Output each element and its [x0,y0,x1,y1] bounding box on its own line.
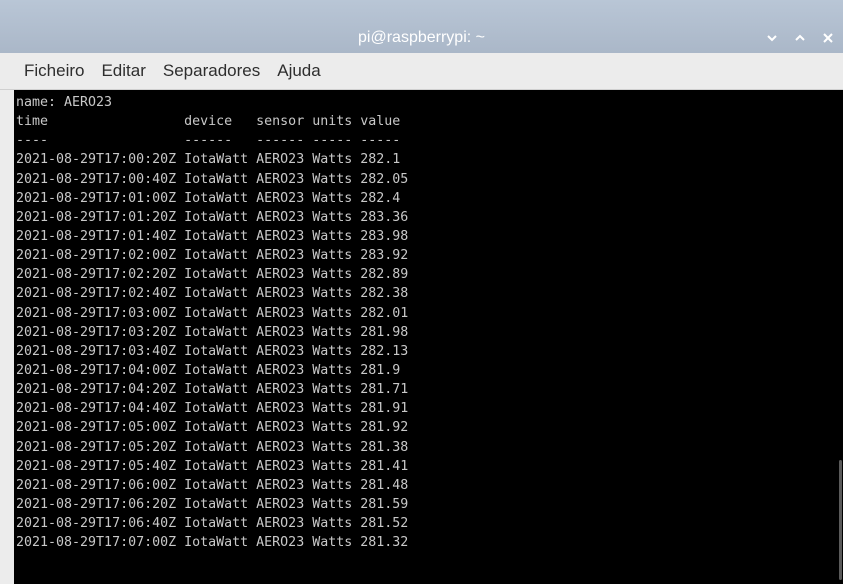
terminal-line: 2021-08-29T17:02:20Z IotaWatt AERO23 Wat… [16,267,409,283]
terminal-line: ---- ------ ------ ----- ----- [16,133,401,149]
terminal-line: 2021-08-29T17:01:40Z IotaWatt AERO23 Wat… [16,228,409,244]
terminal-line: 2021-08-29T17:03:20Z IotaWatt AERO23 Wat… [16,324,409,340]
terminal-line: 2021-08-29T17:04:20Z IotaWatt AERO23 Wat… [16,382,409,398]
terminal-line: 2021-08-29T17:06:20Z IotaWatt AERO23 Wat… [16,496,409,512]
menu-ficheiro[interactable]: Ficheiro [14,57,91,85]
terminal-line: 2021-08-29T17:05:20Z IotaWatt AERO23 Wat… [16,439,409,455]
terminal-window: pi@raspberrypi: ~ Ficheiro Editar Separa… [0,0,843,584]
menu-ajuda[interactable]: Ajuda [267,57,327,85]
terminal-line: 2021-08-29T17:07:00Z IotaWatt AERO23 Wat… [16,535,409,551]
window-left-border [0,90,14,584]
maximize-button[interactable] [789,27,811,49]
menu-editar[interactable]: Editar [91,57,152,85]
terminal-line: 2021-08-29T17:04:00Z IotaWatt AERO23 Wat… [16,362,401,378]
chevron-down-icon [767,35,777,42]
terminal-line: 2021-08-29T17:05:00Z IotaWatt AERO23 Wat… [16,420,409,436]
terminal-line: 2021-08-29T17:06:00Z IotaWatt AERO23 Wat… [16,477,409,493]
terminal-output[interactable]: name: AERO23 time device sensor units va… [14,90,837,584]
terminal-line: 2021-08-29T17:01:20Z IotaWatt AERO23 Wat… [16,209,409,225]
menu-bar: Ficheiro Editar Separadores Ajuda [0,53,843,90]
terminal-scrollbar[interactable] [837,90,843,584]
terminal-line: 2021-08-29T17:03:00Z IotaWatt AERO23 Wat… [16,305,409,321]
terminal-line: 2021-08-29T17:02:40Z IotaWatt AERO23 Wat… [16,286,409,302]
terminal-lines: name: AERO23 time device sensor units va… [16,93,408,572]
menu-separadores[interactable]: Separadores [153,57,267,85]
terminal-line: 2021-08-29T17:02:00Z IotaWatt AERO23 Wat… [16,248,409,264]
window-controls [761,27,843,49]
terminal-line: name: AERO23 [16,95,113,110]
title-bar[interactable]: pi@raspberrypi: ~ [0,0,843,53]
close-button[interactable] [817,27,839,49]
window-title: pi@raspberrypi: ~ [358,29,485,46]
terminal-line: 2021-08-29T17:06:40Z IotaWatt AERO23 Wat… [16,516,409,532]
terminal-line: 2021-08-29T17:03:40Z IotaWatt AERO23 Wat… [16,343,409,359]
close-icon [823,33,833,43]
terminal-line: 2021-08-29T17:04:40Z IotaWatt AERO23 Wat… [16,401,409,417]
terminal-line: 2021-08-29T17:00:40Z IotaWatt AERO23 Wat… [16,171,409,187]
terminal-line: time device sensor units value [16,114,401,130]
terminal-line: 2021-08-29T17:01:00Z IotaWatt AERO23 Wat… [16,190,401,206]
minimize-button[interactable] [761,27,783,49]
scrollbar-thumb[interactable] [839,460,842,580]
chevron-up-icon [795,34,805,41]
terminal-line: 2021-08-29T17:05:40Z IotaWatt AERO23 Wat… [16,458,409,474]
terminal-line: 2021-08-29T17:00:20Z IotaWatt AERO23 Wat… [16,152,401,168]
